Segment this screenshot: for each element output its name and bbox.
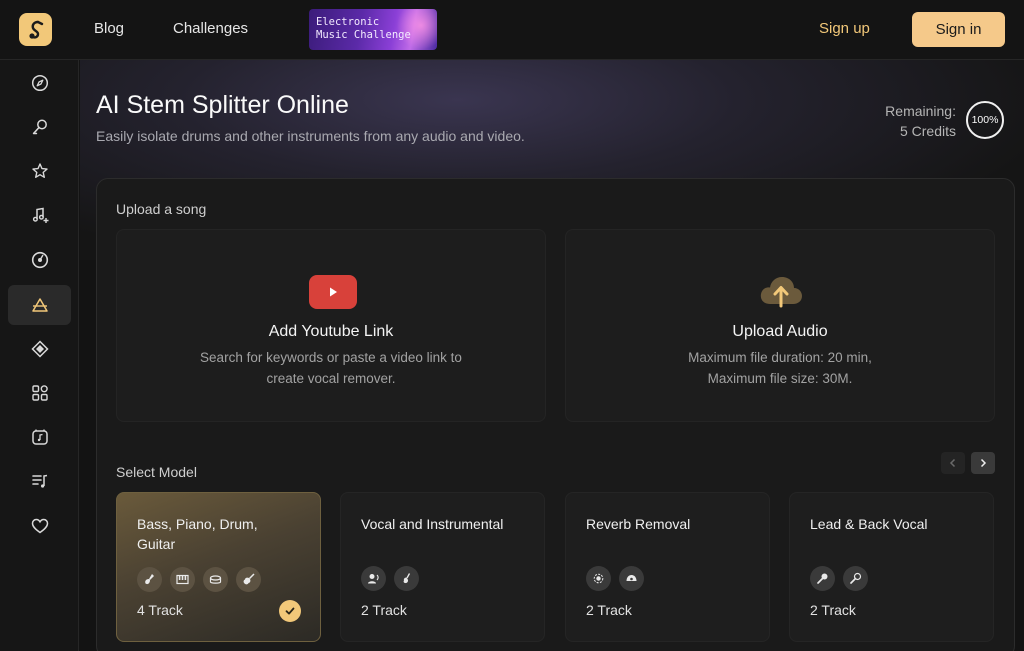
chevron-left-icon — [949, 458, 956, 468]
playlist-icon — [31, 474, 47, 488]
promo-text: Electronic Music Challenge — [316, 16, 411, 41]
drum-icon — [203, 567, 228, 592]
model-icon-row — [361, 566, 419, 591]
youtube-card-description: Search for keywords or paste a video lin… — [200, 350, 462, 386]
sign-up-link[interactable]: Sign up — [819, 20, 870, 37]
model-card-reverb-removal[interactable]: Reverb Removal 2 Track — [565, 492, 770, 642]
lead-mic-icon — [810, 566, 835, 591]
remaining-credits: Remaining: 5 Credits — [860, 101, 956, 141]
remaining-label: Remaining: — [885, 103, 956, 119]
guitar-icon — [236, 567, 261, 592]
model-icon-row — [137, 567, 261, 592]
sidebar-item-favorites[interactable] — [8, 151, 71, 191]
star-icon — [31, 163, 48, 178]
app-logo[interactable] — [19, 13, 52, 46]
models-prev-button[interactable] — [941, 452, 965, 474]
upload-audio-card[interactable]: Upload Audio Maximum file duration: 20 m… — [565, 229, 995, 422]
back-mic-icon — [843, 566, 868, 591]
top-bar: Blog Challenges Electronic Music Challen… — [0, 0, 1024, 60]
chevron-right-icon — [980, 458, 987, 468]
upload-audio-duration: Maximum file duration: 20 min, — [688, 350, 872, 365]
nav-challenges[interactable]: Challenges — [173, 20, 248, 37]
model-name: Bass, Piano, Drum, Guitar — [137, 516, 258, 552]
logo-icon — [28, 20, 43, 39]
model-name: Vocal and Instrumental — [361, 516, 504, 532]
upload-audio-size: Maximum file size: 30M. — [707, 371, 853, 386]
model-icon-row — [586, 566, 644, 591]
sidebar — [0, 60, 79, 651]
reverb-icon — [586, 566, 611, 591]
instrument-icon — [394, 566, 419, 591]
selected-check-icon — [279, 600, 301, 622]
model-track-count: 4 Track — [137, 602, 183, 618]
model-track-count: 2 Track — [586, 602, 632, 618]
credits-percent-ring: 100% — [966, 101, 1004, 139]
model-name: Reverb Removal — [586, 516, 691, 532]
music-note-plus-icon — [32, 207, 48, 223]
sidebar-item-stem-splitter[interactable] — [8, 285, 71, 325]
youtube-link-card[interactable]: Add Youtube Link Search for keywords or … — [116, 229, 546, 422]
bass-icon — [137, 567, 162, 592]
upload-audio-title: Upload Audio — [732, 323, 828, 340]
model-section-label: Select Model — [116, 464, 197, 480]
music-box-icon — [31, 429, 48, 445]
heart-icon — [31, 518, 48, 534]
model-icon-row — [810, 566, 868, 591]
model-track-count: 2 Track — [361, 602, 407, 618]
sidebar-item-voice[interactable] — [8, 107, 71, 147]
vocal-icon — [361, 566, 386, 591]
diamond-icon — [30, 340, 49, 358]
credits-count: 5 Credits — [899, 123, 956, 139]
sidebar-item-effects[interactable] — [8, 329, 71, 369]
sidebar-item-liked[interactable] — [8, 506, 71, 546]
cloud-upload-icon — [760, 277, 802, 308]
model-card-bass-piano-drum-guitar[interactable]: Bass, Piano, Drum, Guitar 4 Track — [116, 492, 321, 642]
model-track-count: 2 Track — [810, 602, 856, 618]
microphone-icon — [32, 119, 47, 135]
upload-audio-description: Maximum file duration: 20 min, Maximum f… — [566, 347, 994, 389]
model-name: Lead & Back Vocal — [810, 516, 928, 532]
vinyl-record-icon — [31, 251, 48, 269]
sign-in-button[interactable]: Sign in — [912, 12, 1005, 47]
dry-icon — [619, 566, 644, 591]
sidebar-item-tools[interactable] — [8, 373, 71, 413]
model-card-vocal-instrumental[interactable]: Vocal and Instrumental 2 Track — [340, 492, 545, 642]
apps-grid-icon — [31, 385, 48, 401]
stem-splitter-icon — [31, 298, 48, 312]
piano-icon — [170, 567, 195, 592]
nav-blog[interactable]: Blog — [94, 20, 124, 37]
youtube-icon — [309, 275, 357, 309]
promo-banner[interactable]: Electronic Music Challenge — [309, 9, 437, 50]
model-card-lead-back-vocal[interactable]: Lead & Back Vocal 2 Track — [789, 492, 994, 642]
page-subtitle: Easily isolate drums and other instrumen… — [96, 128, 525, 144]
sidebar-item-create-music[interactable] — [8, 195, 71, 235]
youtube-card-title: Add Youtube Link — [268, 323, 394, 340]
sidebar-item-explore[interactable] — [8, 63, 71, 103]
compass-icon — [31, 74, 48, 92]
sidebar-item-music-box[interactable] — [8, 417, 71, 457]
upload-section-label: Upload a song — [116, 201, 207, 217]
models-next-button[interactable] — [971, 452, 995, 474]
sidebar-item-playlist[interactable] — [8, 461, 71, 501]
page-title: AI Stem Splitter Online — [96, 91, 349, 119]
sidebar-item-library[interactable] — [8, 240, 71, 280]
